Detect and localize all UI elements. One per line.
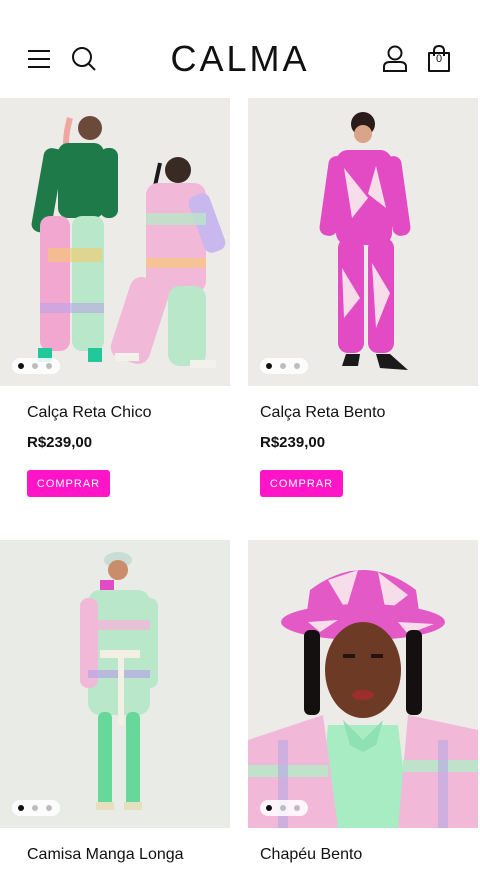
product-image[interactable] xyxy=(248,98,478,386)
image-carousel-dots[interactable] xyxy=(260,358,308,374)
product-image[interactable] xyxy=(248,540,478,828)
carousel-dot[interactable] xyxy=(18,805,24,811)
product-card[interactable]: Camisa Manga Longa xyxy=(0,540,230,863)
buy-button[interactable]: COMPRAR xyxy=(260,470,343,497)
image-carousel-dots[interactable] xyxy=(12,358,60,374)
carousel-dot[interactable] xyxy=(280,363,286,369)
carousel-dot[interactable] xyxy=(32,805,38,811)
search-icon[interactable] xyxy=(70,45,98,73)
product-price: R$239,00 xyxy=(260,434,326,451)
carousel-dot[interactable] xyxy=(294,805,300,811)
product-card[interactable]: Chapéu Bento xyxy=(248,540,478,863)
carousel-dot[interactable] xyxy=(18,363,24,369)
product-image[interactable] xyxy=(0,540,230,828)
image-carousel-dots[interactable] xyxy=(12,800,60,816)
product-image[interactable] xyxy=(0,98,230,386)
brand-logo[interactable]: CALMA xyxy=(140,38,340,80)
cart-count: 0 xyxy=(435,53,443,65)
menu-icon[interactable] xyxy=(26,46,52,72)
product-name[interactable]: Camisa Manga Longa xyxy=(27,846,184,864)
product-name[interactable]: Calça Reta Bento xyxy=(260,404,385,422)
account-icon[interactable] xyxy=(380,44,410,74)
carousel-dot[interactable] xyxy=(46,805,52,811)
carousel-dot[interactable] xyxy=(266,363,272,369)
carousel-dot[interactable] xyxy=(280,805,286,811)
product-price: R$239,00 xyxy=(27,434,93,451)
product-card[interactable]: Calça Reta Chico R$239,00 COMPRAR xyxy=(0,98,230,497)
carousel-dot[interactable] xyxy=(32,363,38,369)
carousel-dot[interactable] xyxy=(294,363,300,369)
image-carousel-dots[interactable] xyxy=(260,800,308,816)
product-name[interactable]: Chapéu Bento xyxy=(260,846,362,864)
product-name[interactable]: Calça Reta Chico xyxy=(27,404,152,422)
buy-button[interactable]: COMPRAR xyxy=(27,470,110,497)
carousel-dot[interactable] xyxy=(46,363,52,369)
product-card[interactable]: Calça Reta Bento R$239,00 COMPRAR xyxy=(248,98,478,497)
site-header: CALMA 0 xyxy=(0,0,480,98)
carousel-dot[interactable] xyxy=(266,805,272,811)
